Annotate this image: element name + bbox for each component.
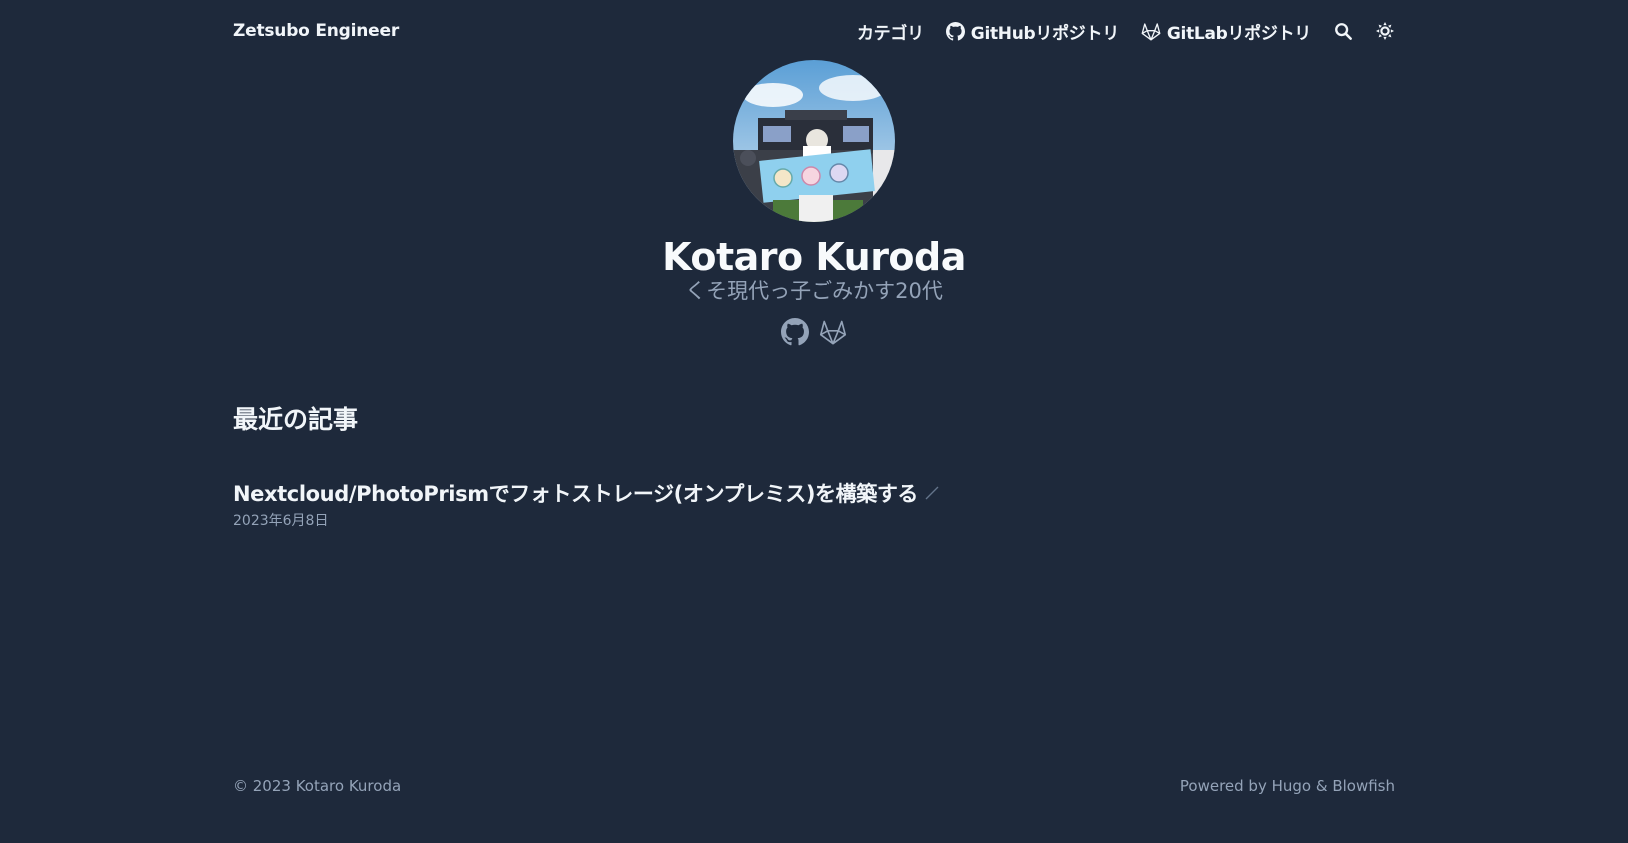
search-icon[interactable]	[1333, 21, 1353, 41]
article-title: Nextcloud/PhotoPrismでフォトストレージ(オンプレミス)を構築…	[233, 482, 919, 506]
nav-github-link[interactable]: GitHubリポジトリ	[945, 19, 1119, 44]
recent-articles-heading: 最近の記事	[233, 405, 359, 434]
social-links	[781, 318, 847, 346]
main-nav: カテゴリ GitHubリポジトリ GitLabリポジトリ	[857, 19, 1395, 44]
site-brand-link[interactable]: Zetsubo Engineer	[233, 21, 399, 41]
author-profile: Kotaro Kuroda くそ現代っ子ごみかす20代	[0, 60, 1628, 346]
article-title-link[interactable]: Nextcloud/PhotoPrismでフォトストレージ(オンプレミス)を構築…	[233, 480, 940, 508]
nav-categories-label: カテゴリ	[856, 23, 924, 44]
page: Zetsubo Engineer カテゴリ GitHubリポジトリ GitLab…	[0, 0, 1628, 843]
author-name: Kotaro Kuroda	[662, 235, 966, 279]
site-header: Zetsubo Engineer カテゴリ GitHubリポジトリ GitLab…	[233, 14, 1395, 48]
gitlab-icon	[1141, 22, 1161, 41]
github-icon[interactable]	[781, 318, 809, 346]
article-item: Nextcloud/PhotoPrismでフォトストレージ(オンプレミス)を構築…	[233, 480, 1133, 530]
footer-copyright: © 2023 Kotaro Kuroda	[233, 777, 402, 795]
footer-powered-by-link[interactable]: Powered by Hugo & Blowfish	[1180, 777, 1395, 795]
recent-articles: 最近の記事 Nextcloud/PhotoPrismでフォトストレージ(オンプレ…	[233, 400, 1133, 530]
nav-github-label: GitHubリポジトリ	[970, 23, 1119, 44]
nav-gitlab-link[interactable]: GitLabリポジトリ	[1141, 19, 1311, 44]
gitlab-icon[interactable]	[819, 318, 847, 346]
github-icon	[945, 21, 965, 41]
nav-categories-link[interactable]: カテゴリ	[857, 19, 924, 44]
author-headline: くそ現代っ子ごみかす20代	[685, 279, 943, 303]
nav-gitlab-label: GitLabリポジトリ	[1166, 23, 1311, 44]
author-avatar	[733, 60, 895, 222]
site-footer: © 2023 Kotaro Kuroda Powered by Hugo & B…	[233, 777, 1395, 795]
external-link-icon	[924, 480, 940, 508]
sun-icon[interactable]	[1375, 21, 1395, 41]
article-date: 2023年6月8日	[233, 513, 329, 529]
